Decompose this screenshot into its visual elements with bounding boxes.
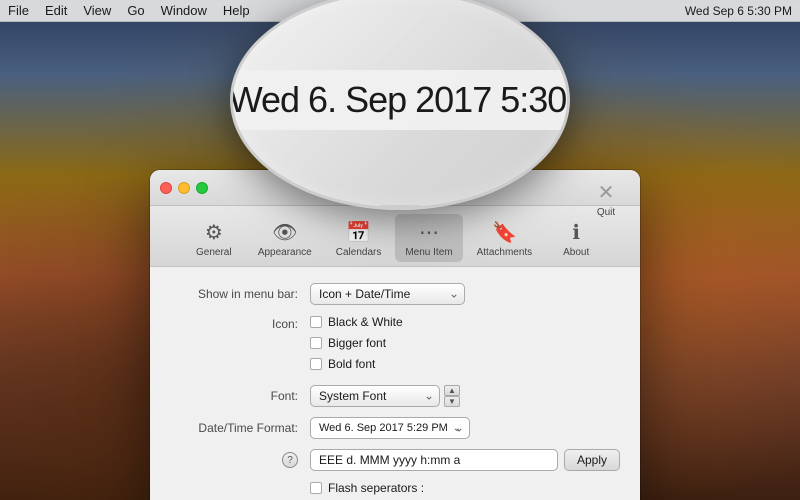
preferences-window: Preferences ⚙ General 👁 Appearance 📅 Cal…	[150, 170, 640, 500]
menubar-edit[interactable]: Edit	[45, 3, 67, 18]
menubar-go[interactable]: Go	[127, 3, 144, 18]
toolbar-calendars-label: Calendars	[336, 247, 382, 258]
toolbar-general[interactable]: ⚙ General	[184, 214, 244, 262]
toolbar-about[interactable]: ℹ About	[546, 214, 606, 262]
icon-checkboxes: Black & White Bigger font Bold font	[310, 315, 403, 375]
font-stepper-up[interactable]: ▲	[444, 385, 460, 396]
black-white-row: Black & White	[310, 315, 403, 329]
icon-row: Icon: Black & White Bigger font Bold fon…	[170, 315, 620, 375]
calendars-icon: 📅	[345, 218, 373, 246]
toolbar-attachments[interactable]: 🔖 Attachments	[467, 214, 543, 262]
bigger-font-label: Bigger font	[328, 336, 386, 350]
toolbar: ⚙ General 👁 Appearance 📅 Calendars ⋯ Men…	[150, 206, 640, 267]
flash-checkbox-row: Flash seperators :	[310, 481, 424, 495]
font-stepper: ▲ ▼	[444, 385, 460, 407]
bold-font-checkbox[interactable]	[310, 358, 322, 370]
show-in-menubar-label: Show in menu bar:	[170, 287, 310, 301]
bold-font-row: Bold font	[310, 357, 403, 371]
bigger-font-row: Bigger font	[310, 336, 403, 350]
menubar-view[interactable]: View	[83, 3, 111, 18]
menubar-left: File Edit View Go Window Help	[8, 3, 250, 18]
menubar-file[interactable]: File	[8, 3, 29, 18]
font-row: Font: System Font ▲ ▼	[170, 385, 620, 407]
font-stepper-down[interactable]: ▼	[444, 396, 460, 407]
datetime-row: Date/Time Format: Wed 6. Sep 2017 5:29 P…	[170, 417, 620, 439]
format-string-row: ? EEE d. MMM yyyy h:mm a Apply	[170, 449, 620, 471]
datetime-value: Wed 6. Sep 2017 5:29 PM	[319, 422, 448, 434]
show-in-menubar-select-wrapper: Icon + Date/Time Icon Only Date/Time Onl…	[310, 283, 465, 305]
desktop: File Edit View Go Window Help Wed Sep 6 …	[0, 0, 800, 500]
format-string-field[interactable]: EEE d. MMM yyyy h:mm a	[310, 449, 558, 471]
magnifier-content: 6 Wed 6. Sep 2017 5:30 PM	[230, 70, 570, 130]
toolbar-calendars[interactable]: 📅 Calendars	[326, 214, 392, 262]
flash-separators-row: Flash seperators :	[310, 481, 620, 499]
show-in-menubar-control: Icon + Date/Time Icon Only Date/Time Onl…	[310, 283, 465, 305]
show-in-menubar-row: Show in menu bar: Icon + Date/Time Icon …	[170, 283, 620, 305]
menubar-clock: Wed Sep 6 5:30 PM	[685, 4, 792, 18]
black-white-checkbox[interactable]	[310, 316, 322, 328]
datetime-chevron: ⌄	[453, 423, 461, 434]
font-control: System Font ▲ ▼	[310, 385, 460, 407]
toolbar-attachments-label: Attachments	[477, 247, 533, 258]
magnifier: 6 Wed 6. Sep 2017 5:30 PM	[230, 0, 570, 210]
minimize-button[interactable]	[178, 182, 190, 194]
menubar-window[interactable]: Window	[161, 3, 207, 18]
titlebar-buttons	[160, 182, 208, 194]
datetime-field[interactable]: Wed 6. Sep 2017 5:29 PM ⌄	[310, 417, 470, 439]
close-button[interactable]	[160, 182, 172, 194]
black-white-label: Black & White	[328, 315, 403, 329]
toolbar-menuitem-label: Menu Item	[405, 247, 452, 258]
font-label: Font:	[170, 389, 310, 403]
attachments-icon: 🔖	[490, 218, 518, 246]
datetime-select-wrapper: Wed 6. Sep 2017 5:29 PM ⌄	[310, 417, 470, 439]
maximize-button[interactable]	[196, 182, 208, 194]
flash-checkbox[interactable]	[310, 482, 322, 494]
datetime-control: Wed 6. Sep 2017 5:29 PM ⌄	[310, 417, 470, 439]
quit-label[interactable]: Quit	[597, 207, 615, 218]
magnifier-datetime: Wed 6. Sep 2017 5:30 PM	[230, 79, 570, 121]
toolbar-appearance-label: Appearance	[258, 247, 312, 258]
bold-font-label: Bold font	[328, 357, 375, 371]
toolbar-about-label: About	[563, 247, 589, 258]
icon-label: Icon:	[170, 315, 310, 331]
font-select-wrapper: System Font	[310, 385, 440, 407]
appearance-icon: 👁	[271, 218, 299, 246]
font-select[interactable]: System Font	[310, 385, 440, 407]
toolbar-menuitem[interactable]: ⋯ Menu Item	[395, 214, 462, 262]
toolbar-general-label: General	[196, 247, 232, 258]
about-icon: ℹ	[562, 218, 590, 246]
general-icon: ⚙	[200, 218, 228, 246]
help-button[interactable]: ?	[282, 452, 298, 468]
toolbar-appearance[interactable]: 👁 Appearance	[248, 214, 322, 262]
menubar-right: Wed Sep 6 5:30 PM	[685, 4, 792, 18]
datetime-label: Date/Time Format:	[170, 421, 310, 435]
menubar-help[interactable]: Help	[223, 3, 250, 18]
menuitem-icon: ⋯	[415, 218, 443, 246]
format-string-value: EEE d. MMM yyyy h:mm a	[319, 453, 460, 467]
magnifier-pointer	[380, 205, 420, 210]
preferences-content: Show in menu bar: Icon + Date/Time Icon …	[150, 267, 640, 500]
show-in-menubar-select[interactable]: Icon + Date/Time Icon Only Date/Time Onl…	[310, 283, 465, 305]
bigger-font-checkbox[interactable]	[310, 337, 322, 349]
flash-label: Flash seperators :	[328, 481, 424, 495]
apply-button[interactable]: Apply	[564, 449, 620, 471]
